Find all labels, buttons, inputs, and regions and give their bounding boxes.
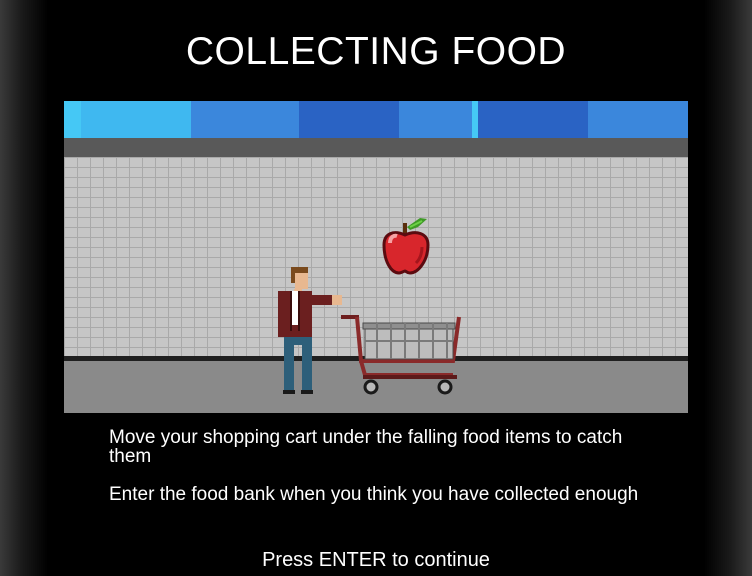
continue-prompt[interactable]: Press ENTER to continue — [0, 549, 752, 572]
building-roof — [64, 138, 688, 157]
instruction-text: Enter the food bank when you think you h… — [109, 484, 639, 505]
shopper-character — [278, 267, 342, 394]
screen-title: COLLECTING FOOD — [185, 30, 567, 73]
game-screen: COLLECTING FOOD Move your shopping cart … — [0, 0, 752, 576]
instructions: Move your shopping cart under the fallin… — [109, 428, 669, 523]
apple-icon — [382, 218, 430, 275]
instruction-text: Move your shopping cart under the fallin… — [109, 427, 623, 467]
sky-strip — [64, 101, 688, 138]
game-scene-preview — [64, 101, 688, 413]
shopping-cart-icon — [341, 315, 461, 395]
